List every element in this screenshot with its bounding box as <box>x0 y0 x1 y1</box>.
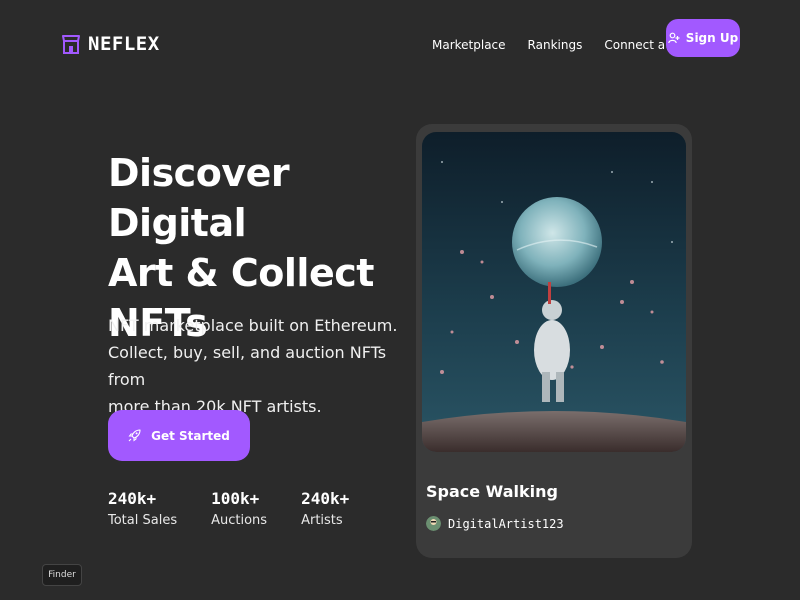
nft-title[interactable]: Space Walking <box>426 482 558 501</box>
stat-artists: 240k+ Artists <box>301 488 349 532</box>
stat-value: 240k+ <box>108 489 157 508</box>
stat-total-sales: 240k+ Total Sales <box>108 488 177 532</box>
stat-value: 240k+ <box>301 489 350 508</box>
logo-text: NEFLEX <box>88 33 160 55</box>
nav-link-marketplace[interactable]: Marketplace <box>432 38 506 52</box>
finder-label: Finder <box>42 564 82 586</box>
stat-label: Auctions <box>211 513 268 528</box>
nft-artwork-image[interactable] <box>422 132 686 452</box>
rocket-icon <box>128 429 141 442</box>
logo[interactable]: NEFLEX <box>62 33 160 55</box>
stat-value: 100k+ <box>211 489 260 508</box>
navbar: NEFLEX Marketplace Rankings Connect a wa… <box>0 0 800 80</box>
storefront-icon <box>62 34 80 54</box>
stat-label: Artists <box>301 513 343 528</box>
get-started-button[interactable]: Get Started <box>108 410 250 461</box>
hero-title-line-2: Art & Collect <box>108 251 374 295</box>
artist-name: DigitalArtist123 <box>448 516 564 531</box>
hero-subtitle-line-1: NFT marketplace built on Ethereum. <box>108 316 398 335</box>
user-plus-icon <box>667 32 680 44</box>
hero-title-line-1: Discover Digital <box>108 151 290 245</box>
hero-subtitle: NFT marketplace built on Ethereum. Colle… <box>108 312 398 420</box>
stat-label: Total Sales <box>108 513 178 528</box>
nav-link-rankings[interactable]: Rankings <box>528 38 583 52</box>
sign-up-button[interactable]: Sign Up <box>666 19 740 57</box>
artist-row[interactable]: DigitalArtist123 <box>426 516 564 531</box>
hero-subtitle-line-2: Collect, buy, sell, and auction NFTs fro… <box>108 343 387 389</box>
sign-up-label: Sign Up <box>685 31 739 45</box>
stats-row: 240k+ Total Sales 100k+ Auctions 240k+ A… <box>108 488 383 532</box>
avatar <box>426 516 441 531</box>
nav-links: Marketplace Rankings Connect a wallet <box>432 38 705 52</box>
get-started-label: Get Started <box>151 428 230 443</box>
featured-nft-card[interactable]: Space Walking DigitalArtist123 <box>416 124 692 558</box>
stat-auctions: 100k+ Auctions <box>211 488 267 532</box>
